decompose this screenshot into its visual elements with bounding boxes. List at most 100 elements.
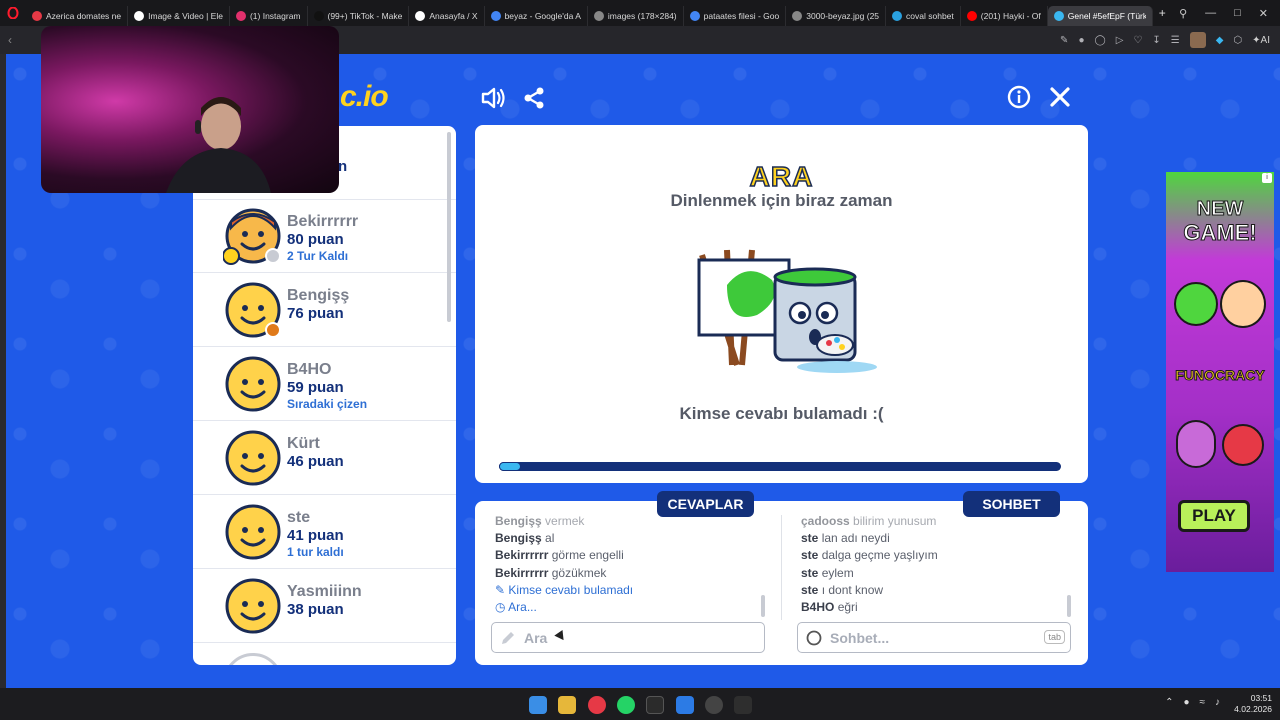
advertisement-banner[interactable]: NEW GAME! FUNOCRACY PLAY i: [1166, 172, 1274, 572]
message-author: ste: [801, 565, 819, 580]
ad-info-icon[interactable]: i: [1262, 173, 1272, 183]
player-score: 59 puan: [287, 379, 344, 396]
taskbar-clock[interactable]: 03:51 4.02.2026: [1234, 693, 1272, 715]
tab-chat[interactable]: SOHBET: [963, 491, 1060, 517]
game-logo[interactable]: c.io: [340, 80, 389, 114]
close-icon[interactable]: [1048, 85, 1072, 109]
heart-icon[interactable]: ♡: [1133, 35, 1142, 46]
player-name: Bengişş: [287, 287, 350, 304]
browser-tab[interactable]: Genel #5efEpF (Türkçe): [1047, 6, 1153, 26]
edit-icon[interactable]: ✎: [1060, 35, 1068, 46]
opera-menu-icon[interactable]: [4, 4, 22, 22]
tray-expand-icon[interactable]: ⌃: [1165, 697, 1173, 708]
webcam-overlay: [41, 26, 339, 193]
chat-scrollbar[interactable]: [1067, 595, 1071, 617]
mic-icon[interactable]: ●: [1183, 697, 1189, 708]
tab-favicon-icon: [313, 11, 324, 21]
player-note: Sıradaki çizen: [287, 397, 368, 411]
chat-input-box[interactable]: tab: [797, 622, 1071, 653]
message-author: Bengişş: [495, 514, 542, 528]
camera-icon[interactable]: ●: [1078, 35, 1084, 46]
message-text: lan adı neydi: [821, 531, 890, 546]
player-row[interactable]: B4HO 59 puan Sıradaki çizen: [193, 347, 456, 421]
player-row[interactable]: Bengişş 76 puan: [193, 273, 456, 347]
player-list-scrollbar[interactable]: [447, 132, 451, 322]
player-row[interactable]: Yasmiiinn 38 puan: [193, 569, 456, 643]
back-icon[interactable]: ‹: [8, 33, 12, 47]
message-author: Bengişş: [495, 531, 542, 546]
tab-favicon-icon: [1053, 11, 1064, 21]
tab-label: images (178×284): [607, 11, 677, 21]
wifi-icon[interactable]: ≈: [1200, 697, 1206, 708]
share-icon[interactable]: [521, 85, 547, 111]
message-text: vermek: [545, 514, 585, 528]
browser-tab[interactable]: Anasayfa / X: [409, 6, 485, 26]
browser-tabbar: Azerica domates ne Image & Video | Ele (1)…: [0, 0, 1280, 26]
ad-play-button[interactable]: PLAY: [1178, 500, 1250, 532]
close-window-button[interactable]: ✕: [1259, 7, 1268, 20]
answers-scrollbar[interactable]: [761, 595, 765, 617]
browser-tab[interactable]: coval sohbet: [886, 6, 961, 26]
minimize-button[interactable]: —: [1205, 7, 1216, 20]
obs-icon[interactable]: [705, 696, 723, 714]
browser-tab[interactable]: (201) Hayki - Of: [961, 6, 1048, 26]
chat-input[interactable]: [830, 629, 1070, 646]
browser-tab[interactable]: pataates filesi - Goo: [684, 6, 787, 26]
answer-input-box[interactable]: [491, 622, 765, 653]
panel-divider: [781, 515, 782, 620]
pencil-icon: ✎: [495, 582, 506, 597]
opera-taskbar-icon[interactable]: [588, 696, 606, 714]
browser-tab[interactable]: beyaz - Google'da A: [485, 6, 588, 26]
ad-brand: FUNOCRACY: [1175, 367, 1265, 384]
file-explorer-icon[interactable]: [558, 696, 576, 714]
extension-icon[interactable]: ◆: [1216, 35, 1224, 46]
player-name: Kürt: [287, 435, 320, 452]
feed-message: Bengişş al: [495, 530, 765, 547]
app-icon[interactable]: [676, 696, 694, 714]
browser-tab[interactable]: Azerica domates ne: [26, 6, 129, 26]
new-tab-button[interactable]: +: [1159, 6, 1166, 20]
shield-icon[interactable]: ◯: [1094, 35, 1105, 46]
tab-answers[interactable]: CEVAPLAR: [657, 491, 754, 517]
player-row[interactable]: ste 41 puan 1 tur kaldı: [193, 495, 456, 569]
message-text: bilirim yunusum: [853, 514, 937, 528]
tab-label: beyaz - Google'da A: [504, 11, 581, 21]
tab-label: Anasayfa / X: [429, 11, 478, 21]
download-icon[interactable]: ↧: [1152, 35, 1160, 46]
chat-bubble-icon: [806, 630, 822, 646]
feed-message: Bekirrrrrr görme engelli: [495, 547, 765, 564]
info-icon[interactable]: [1007, 85, 1031, 109]
browser-tab[interactable]: (99+) TikTok - Make: [308, 6, 410, 26]
player-score: 76 puan: [287, 305, 344, 322]
cube-icon[interactable]: ⬡: [1233, 35, 1242, 46]
player-row-partial: [193, 643, 456, 665]
browser-tab[interactable]: 3000-beyaz.jpg (25: [786, 6, 887, 26]
sound-icon[interactable]: [479, 85, 507, 111]
tab-label: Azerica domates ne: [46, 11, 122, 21]
player-row[interactable]: Kürt 46 puan: [193, 421, 456, 495]
ai-button[interactable]: ✦AI: [1252, 35, 1270, 46]
volume-icon[interactable]: ♪: [1215, 697, 1220, 708]
system-message: Ara...: [508, 600, 537, 615]
tab-label: 3000-beyaz.jpg (25: [806, 11, 880, 21]
pencil-icon: [500, 630, 516, 646]
whatsapp-icon[interactable]: [617, 696, 635, 714]
chat-feed: çadooss bilirim yunusum ste lan adı neydi…: [801, 513, 1071, 616]
player-score: 38 puan: [287, 601, 344, 618]
browser-tab[interactable]: Image & Video | Ele: [128, 6, 230, 26]
play-icon[interactable]: ▷: [1116, 35, 1124, 46]
start-icon[interactable]: [529, 696, 547, 714]
profile-avatar[interactable]: [1189, 32, 1206, 48]
browser-tab[interactable]: images (178×284): [588, 6, 684, 26]
player-avatar: [222, 206, 283, 266]
play-app-icon[interactable]: [734, 696, 752, 714]
player-row[interactable]: Bekirrrrrr 80 puan 2 Tur Kaldı: [193, 199, 456, 273]
tab-favicon-icon: [415, 11, 426, 21]
terminal-icon[interactable]: [646, 696, 664, 714]
no-answer-message: Kimse cevabı bulamadı :(: [679, 404, 884, 423]
system-tray: ⌃ ● ≈ ♪: [1165, 697, 1220, 708]
maximize-button[interactable]: □: [1234, 7, 1241, 20]
browser-tab[interactable]: (1) Instagram: [230, 6, 308, 26]
menu-icon[interactable]: ☰: [1171, 35, 1180, 46]
search-tabs-icon[interactable]: ⚲: [1179, 7, 1187, 20]
